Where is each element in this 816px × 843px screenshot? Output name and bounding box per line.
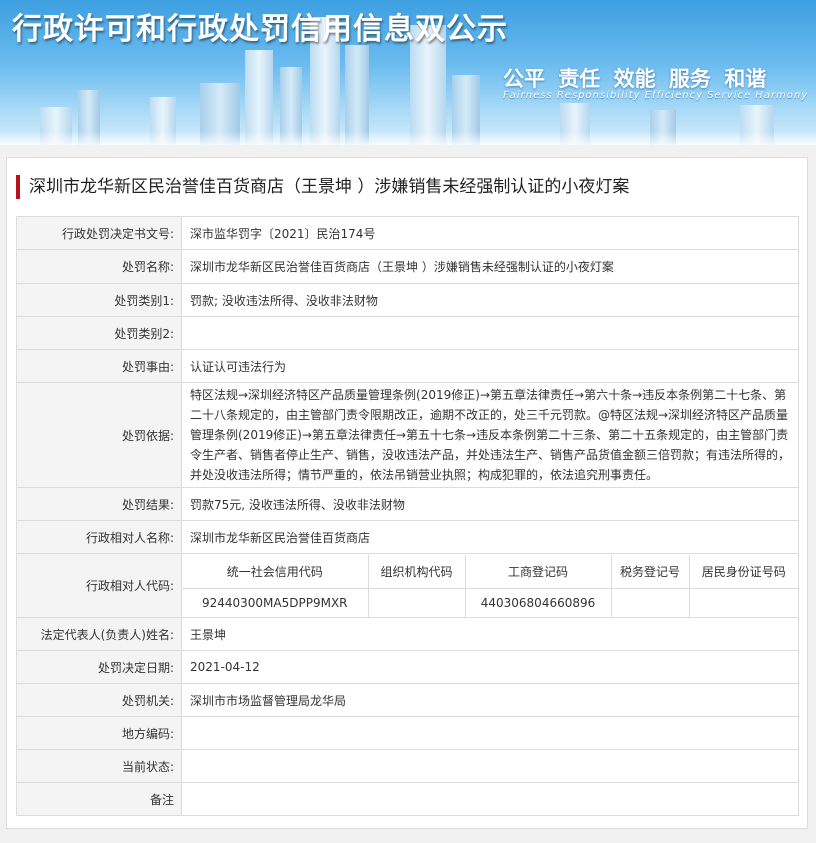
value-party-name: 深圳市龙华新区民治誉佳百货商店: [181, 520, 799, 554]
row-remark: 备注: [16, 782, 799, 816]
codes-value-id-number: [688, 587, 798, 617]
party-codes-cell: 统一社会信用代码 组织机构代码 工商登记码 税务登记号 居民身份证号码 9244…: [181, 553, 799, 618]
codes-header-business-reg: 工商登记码: [464, 554, 612, 589]
label-basis: 处罚依据:: [16, 382, 182, 488]
skyline-building: [345, 45, 369, 145]
row-decision-no: 行政处罚决定书文号: 深市监华罚字〔2021〕民治174号: [16, 216, 799, 250]
value-decision-no: 深市监华罚字〔2021〕民治174号: [181, 216, 799, 250]
value-remark: [181, 782, 799, 816]
case-detail-card: 深圳市龙华新区民治誉佳百货商店（王景坤 ）涉嫌销售未经强制认证的小夜灯案 行政处…: [6, 157, 808, 829]
row-legal-rep: 法定代表人(负责人)姓名: 王景坤: [16, 617, 799, 651]
skyline-ground: [0, 131, 816, 145]
label-authority: 处罚机关:: [16, 683, 182, 717]
codes-value-credit-code: 92440300MA5DPP9MXR: [182, 587, 369, 617]
value-region-code: [181, 716, 799, 750]
label-decision-no: 行政处罚决定书文号:: [16, 216, 182, 250]
row-status: 当前状态:: [16, 749, 799, 783]
value-category2: [181, 316, 799, 350]
value-penalty-name: 深圳市龙华新区民治誉佳百货商店（王景坤 ）涉嫌销售未经强制认证的小夜灯案: [181, 249, 799, 284]
site-title: 行政许可和行政处罚信用信息双公示: [12, 12, 508, 47]
label-category1: 处罚类别1:: [16, 283, 182, 317]
value-legal-rep: 王景坤: [181, 617, 799, 651]
case-title: 深圳市龙华新区民治誉佳百货商店（王景坤 ）涉嫌销售未经强制认证的小夜灯案: [16, 175, 629, 199]
label-reason: 处罚事由:: [16, 349, 182, 383]
label-decision-date: 处罚决定日期:: [16, 650, 182, 684]
value-category1: 罚款; 没收违法所得、没收非法财物: [181, 283, 799, 317]
label-region-code: 地方编码:: [16, 716, 182, 750]
value-decision-date: 2021-04-12: [181, 650, 799, 684]
codes-header-id-number: 居民身份证号码: [688, 554, 798, 589]
label-party-name: 行政相对人名称:: [16, 520, 182, 554]
label-remark: 备注: [16, 782, 182, 816]
row-result: 处罚结果: 罚款75元, 没收违法所得、没收非法财物: [16, 487, 799, 521]
row-party-name: 行政相对人名称: 深圳市龙华新区民治誉佳百货商店: [16, 520, 799, 554]
row-basis: 处罚依据: 特区法规→深圳经济特区产品质量管理条例(2019修正)→第五章法律责…: [16, 382, 799, 488]
label-category2: 处罚类别2:: [16, 316, 182, 350]
codes-header-row: 统一社会信用代码 组织机构代码 工商登记码 税务登记号 居民身份证号码: [182, 554, 798, 589]
row-category2: 处罚类别2:: [16, 316, 799, 350]
codes-value-tax-reg: [610, 587, 690, 617]
row-authority: 处罚机关: 深圳市市场监督管理局龙华局: [16, 683, 799, 717]
row-reason: 处罚事由: 认证认可违法行为: [16, 349, 799, 383]
header-banner: 行政许可和行政处罚信用信息双公示 公平 责任 效能 服务 和谐 Fairness…: [0, 0, 816, 145]
label-penalty-name: 处罚名称:: [16, 249, 182, 284]
codes-value-org-code: [367, 587, 466, 617]
party-codes-table: 统一社会信用代码 组织机构代码 工商登记码 税务登记号 居民身份证号码 9244…: [182, 554, 798, 617]
row-decision-date: 处罚决定日期: 2021-04-12: [16, 650, 799, 684]
label-legal-rep: 法定代表人(负责人)姓名:: [16, 617, 182, 651]
row-penalty-name: 处罚名称: 深圳市龙华新区民治誉佳百货商店（王景坤 ）涉嫌销售未经强制认证的小夜…: [16, 249, 799, 284]
label-result: 处罚结果:: [16, 487, 182, 521]
row-region-code: 地方编码:: [16, 716, 799, 750]
value-basis: 特区法规→深圳经济特区产品质量管理条例(2019修正)→第五章法律责任→第六十条…: [181, 382, 799, 488]
value-authority: 深圳市市场监督管理局龙华局: [181, 683, 799, 717]
slogan: 公平 责任 效能 服务 和谐: [503, 67, 767, 91]
slogan-english: Fairness Responsibility Efficiency Servi…: [503, 90, 809, 101]
row-party-codes: 行政相对人代码: 统一社会信用代码 组织机构代码 工商登记码 税务登记号 居民身…: [16, 553, 799, 618]
codes-header-org-code: 组织机构代码: [367, 554, 466, 589]
value-status: [181, 749, 799, 783]
value-result: 罚款75元, 没收违法所得、没收非法财物: [181, 487, 799, 521]
value-reason: 认证认可违法行为: [181, 349, 799, 383]
codes-value-row: 92440300MA5DPP9MXR 440306804660896: [182, 587, 798, 617]
label-status: 当前状态:: [16, 749, 182, 783]
row-category1: 处罚类别1: 罚款; 没收违法所得、没收非法财物: [16, 283, 799, 317]
case-info-table: 行政处罚决定书文号: 深市监华罚字〔2021〕民治174号 处罚名称: 深圳市龙…: [16, 216, 799, 816]
codes-header-tax-reg: 税务登记号: [610, 554, 690, 589]
codes-value-business-reg: 440306804660896: [464, 587, 612, 617]
codes-header-credit-code: 统一社会信用代码: [182, 554, 369, 589]
label-party-codes: 行政相对人代码:: [16, 553, 182, 618]
